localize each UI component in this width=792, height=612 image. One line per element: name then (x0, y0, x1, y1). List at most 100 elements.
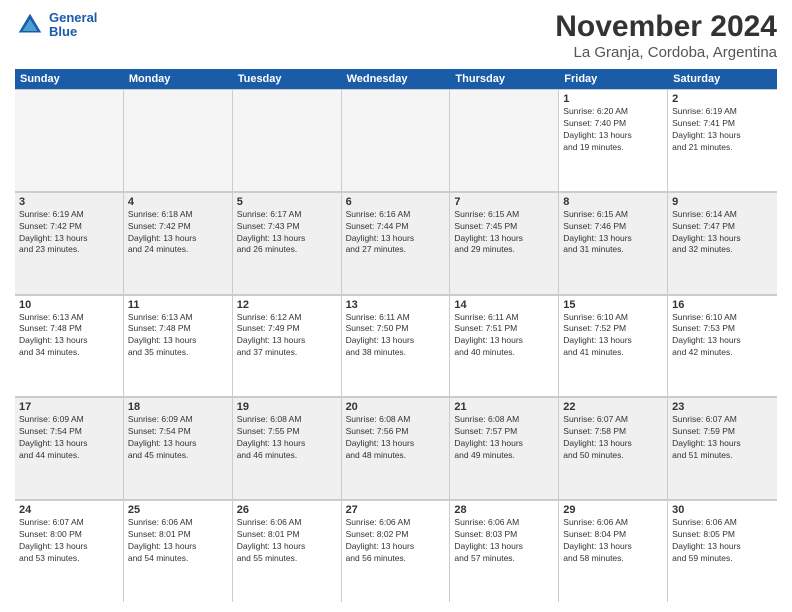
logo-line1: General (49, 11, 97, 25)
day-number: 22 (563, 401, 663, 413)
calendar-cell: 23Sunrise: 6:07 AM Sunset: 7:59 PM Dayli… (668, 397, 777, 499)
day-info: Sunrise: 6:08 AM Sunset: 7:55 PM Dayligh… (237, 414, 337, 462)
day-number: 12 (237, 299, 337, 311)
day-info: Sunrise: 6:12 AM Sunset: 7:49 PM Dayligh… (237, 312, 337, 360)
day-number: 11 (128, 299, 228, 311)
logo: General Blue (15, 10, 97, 40)
calendar-header-day: Monday (124, 69, 233, 89)
day-info: Sunrise: 6:14 AM Sunset: 7:47 PM Dayligh… (672, 209, 773, 257)
calendar-cell: 30Sunrise: 6:06 AM Sunset: 8:05 PM Dayli… (668, 500, 777, 602)
day-info: Sunrise: 6:11 AM Sunset: 7:50 PM Dayligh… (346, 312, 446, 360)
day-info: Sunrise: 6:20 AM Sunset: 7:40 PM Dayligh… (563, 106, 663, 154)
day-number: 6 (346, 196, 446, 208)
calendar-cell: 6Sunrise: 6:16 AM Sunset: 7:44 PM Daylig… (342, 192, 451, 294)
calendar-row: 1Sunrise: 6:20 AM Sunset: 7:40 PM Daylig… (15, 89, 777, 192)
day-number: 16 (672, 299, 773, 311)
calendar-cell: 10Sunrise: 6:13 AM Sunset: 7:48 PM Dayli… (15, 295, 124, 397)
calendar-cell: 7Sunrise: 6:15 AM Sunset: 7:45 PM Daylig… (450, 192, 559, 294)
calendar-cell: 16Sunrise: 6:10 AM Sunset: 7:53 PM Dayli… (668, 295, 777, 397)
day-number: 10 (19, 299, 119, 311)
calendar-header-day: Tuesday (233, 69, 342, 89)
day-info: Sunrise: 6:11 AM Sunset: 7:51 PM Dayligh… (454, 312, 554, 360)
day-info: Sunrise: 6:15 AM Sunset: 7:46 PM Dayligh… (563, 209, 663, 257)
day-number: 9 (672, 196, 773, 208)
calendar-cell: 27Sunrise: 6:06 AM Sunset: 8:02 PM Dayli… (342, 500, 451, 602)
day-number: 3 (19, 196, 119, 208)
logo-text: General Blue (49, 11, 97, 40)
day-number: 30 (672, 504, 773, 516)
calendar-cell: 5Sunrise: 6:17 AM Sunset: 7:43 PM Daylig… (233, 192, 342, 294)
calendar-cell (15, 89, 124, 191)
title-block: November 2024 La Granja, Cordoba, Argent… (555, 10, 777, 61)
day-number: 27 (346, 504, 446, 516)
day-info: Sunrise: 6:06 AM Sunset: 8:01 PM Dayligh… (128, 517, 228, 565)
day-number: 20 (346, 401, 446, 413)
calendar-header-day: Sunday (15, 69, 124, 89)
day-info: Sunrise: 6:17 AM Sunset: 7:43 PM Dayligh… (237, 209, 337, 257)
day-info: Sunrise: 6:09 AM Sunset: 7:54 PM Dayligh… (128, 414, 228, 462)
day-info: Sunrise: 6:06 AM Sunset: 8:03 PM Dayligh… (454, 517, 554, 565)
calendar-cell: 13Sunrise: 6:11 AM Sunset: 7:50 PM Dayli… (342, 295, 451, 397)
day-number: 18 (128, 401, 228, 413)
main-title: November 2024 (555, 10, 777, 44)
logo-line2: Blue (49, 25, 97, 39)
day-info: Sunrise: 6:13 AM Sunset: 7:48 PM Dayligh… (128, 312, 228, 360)
day-number: 26 (237, 504, 337, 516)
calendar-cell: 12Sunrise: 6:12 AM Sunset: 7:49 PM Dayli… (233, 295, 342, 397)
day-info: Sunrise: 6:15 AM Sunset: 7:45 PM Dayligh… (454, 209, 554, 257)
header: General Blue November 2024 La Granja, Co… (15, 10, 777, 61)
calendar-row: 3Sunrise: 6:19 AM Sunset: 7:42 PM Daylig… (15, 192, 777, 295)
subtitle: La Granja, Cordoba, Argentina (555, 44, 777, 61)
day-info: Sunrise: 6:19 AM Sunset: 7:41 PM Dayligh… (672, 106, 773, 154)
day-number: 28 (454, 504, 554, 516)
day-info: Sunrise: 6:19 AM Sunset: 7:42 PM Dayligh… (19, 209, 119, 257)
calendar-cell: 18Sunrise: 6:09 AM Sunset: 7:54 PM Dayli… (124, 397, 233, 499)
day-info: Sunrise: 6:13 AM Sunset: 7:48 PM Dayligh… (19, 312, 119, 360)
logo-icon (15, 10, 45, 40)
day-info: Sunrise: 6:06 AM Sunset: 8:05 PM Dayligh… (672, 517, 773, 565)
day-number: 4 (128, 196, 228, 208)
calendar-cell (124, 89, 233, 191)
day-number: 24 (19, 504, 119, 516)
calendar-header-day: Friday (559, 69, 668, 89)
calendar-body: 1Sunrise: 6:20 AM Sunset: 7:40 PM Daylig… (15, 89, 777, 602)
calendar-row: 17 Sunrise: 6:09 AM Sunset: 7:54 PM Dayli… (15, 397, 777, 500)
day-number: 21 (454, 401, 554, 413)
calendar-cell: 25Sunrise: 6:06 AM Sunset: 8:01 PM Dayli… (124, 500, 233, 602)
calendar-cell: 29Sunrise: 6:06 AM Sunset: 8:04 PM Dayli… (559, 500, 668, 602)
calendar-cell: 1Sunrise: 6:20 AM Sunset: 7:40 PM Daylig… (559, 89, 668, 191)
day-number: 1 (563, 93, 663, 105)
day-info: Sunrise: 6:08 AM Sunset: 7:56 PM Dayligh… (346, 414, 446, 462)
day-info: Sunrise: 6:16 AM Sunset: 7:44 PM Dayligh… (346, 209, 446, 257)
day-number: 23 (672, 401, 773, 413)
calendar-cell: 3Sunrise: 6:19 AM Sunset: 7:42 PM Daylig… (15, 192, 124, 294)
calendar-cell: 15Sunrise: 6:10 AM Sunset: 7:52 PM Dayli… (559, 295, 668, 397)
calendar-cell: 4Sunrise: 6:18 AM Sunset: 7:42 PM Daylig… (124, 192, 233, 294)
calendar-cell: 28Sunrise: 6:06 AM Sunset: 8:03 PM Dayli… (450, 500, 559, 602)
day-info: Sunrise: 6:07 AM Sunset: 8:00 PM Dayligh… (19, 517, 119, 565)
day-number: 17 (19, 401, 119, 413)
page: General Blue November 2024 La Granja, Co… (0, 0, 792, 612)
day-info: Sunrise: 6:06 AM Sunset: 8:02 PM Dayligh… (346, 517, 446, 565)
day-info: Sunrise: 6:10 AM Sunset: 7:52 PM Dayligh… (563, 312, 663, 360)
day-number: 8 (563, 196, 663, 208)
calendar-header: SundayMondayTuesdayWednesdayThursdayFrid… (15, 69, 777, 89)
calendar: SundayMondayTuesdayWednesdayThursdayFrid… (15, 69, 777, 602)
day-info: Sunrise: 6:08 AM Sunset: 7:57 PM Dayligh… (454, 414, 554, 462)
calendar-row: 10Sunrise: 6:13 AM Sunset: 7:48 PM Dayli… (15, 295, 777, 398)
day-info: Sunrise: 6:07 AM Sunset: 7:58 PM Dayligh… (563, 414, 663, 462)
calendar-cell: 8Sunrise: 6:15 AM Sunset: 7:46 PM Daylig… (559, 192, 668, 294)
calendar-cell: 9Sunrise: 6:14 AM Sunset: 7:47 PM Daylig… (668, 192, 777, 294)
calendar-cell: 14Sunrise: 6:11 AM Sunset: 7:51 PM Dayli… (450, 295, 559, 397)
day-number: 29 (563, 504, 663, 516)
day-info: Sunrise: 6:10 AM Sunset: 7:53 PM Dayligh… (672, 312, 773, 360)
calendar-cell: 2Sunrise: 6:19 AM Sunset: 7:41 PM Daylig… (668, 89, 777, 191)
calendar-cell: 20Sunrise: 6:08 AM Sunset: 7:56 PM Dayli… (342, 397, 451, 499)
calendar-cell (342, 89, 451, 191)
day-info: Sunrise: 6:07 AM Sunset: 7:59 PM Dayligh… (672, 414, 773, 462)
calendar-cell: 26Sunrise: 6:06 AM Sunset: 8:01 PM Dayli… (233, 500, 342, 602)
calendar-cell (450, 89, 559, 191)
day-info: Sunrise: 6:06 AM Sunset: 8:04 PM Dayligh… (563, 517, 663, 565)
calendar-header-day: Wednesday (342, 69, 451, 89)
day-number: 2 (672, 93, 773, 105)
